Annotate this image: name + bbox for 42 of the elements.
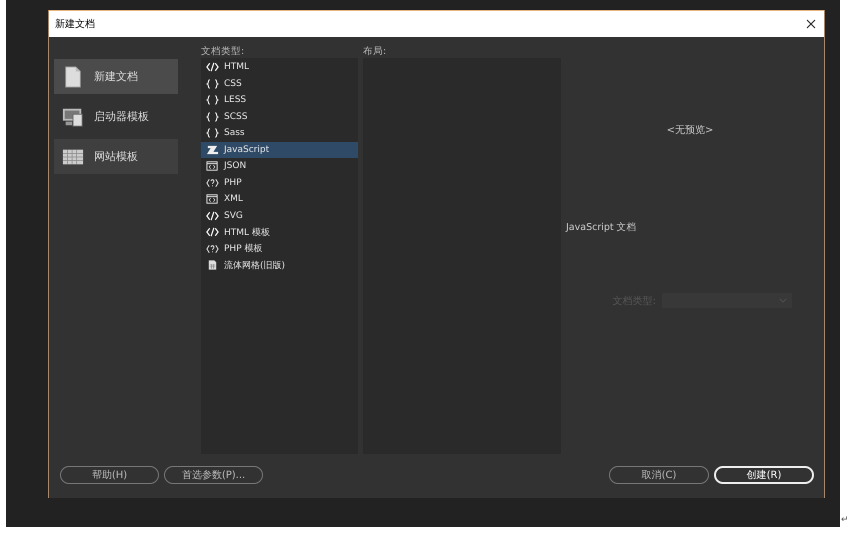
code-icon bbox=[206, 244, 219, 254]
type-item[interactable]: HTML bbox=[201, 59, 358, 76]
type-item[interactable]: SVG bbox=[201, 208, 358, 224]
window-title: 新建文档 bbox=[55, 18, 95, 31]
script-icon bbox=[206, 144, 219, 155]
braces-icon bbox=[206, 78, 219, 89]
type-item[interactable]: PHP bbox=[201, 174, 358, 191]
window-icon bbox=[206, 194, 219, 204]
type-item[interactable]: 流体网格(旧版) bbox=[201, 257, 358, 274]
column-label: 布局: bbox=[363, 45, 388, 58]
chevron-down-icon bbox=[779, 298, 787, 303]
document-icon bbox=[206, 260, 219, 270]
button[interactable]: 帮助(H) bbox=[60, 466, 159, 484]
category-item[interactable]: 新建文档 bbox=[54, 59, 178, 94]
type-item[interactable]: JavaScript bbox=[201, 142, 358, 158]
document-icon bbox=[62, 66, 84, 88]
button[interactable]: 首选参数(P)... bbox=[164, 466, 263, 484]
type-item[interactable]: JSON bbox=[201, 158, 358, 174]
braces-icon bbox=[206, 112, 219, 122]
type-item[interactable]: XML bbox=[201, 191, 358, 208]
code-icon bbox=[206, 210, 219, 221]
column-label: 文档类型: bbox=[201, 45, 246, 58]
code-icon bbox=[206, 178, 219, 188]
code-icon bbox=[206, 227, 219, 238]
category-item[interactable]: 启动器模板 bbox=[54, 99, 178, 134]
return-mark: ↵ bbox=[841, 515, 847, 525]
type-item[interactable]: PHP 模板 bbox=[201, 240, 358, 257]
braces-icon bbox=[206, 128, 219, 138]
create-button[interactable]: 创建(R) bbox=[714, 466, 814, 484]
window-icon bbox=[206, 161, 219, 172]
preview-text: <无预览> bbox=[666, 124, 714, 137]
description-text: JavaScript 文档 bbox=[566, 221, 637, 234]
type-item[interactable]: CSS bbox=[201, 76, 358, 92]
braces-icon bbox=[206, 95, 219, 106]
code-icon bbox=[206, 62, 219, 72]
cancel-button[interactable]: 取消(C) bbox=[609, 466, 709, 484]
type-item[interactable]: LESS bbox=[201, 92, 358, 108]
close-icon[interactable] bbox=[806, 19, 816, 29]
type-item[interactable]: Sass bbox=[201, 125, 358, 142]
category-item[interactable]: 网站模板 bbox=[54, 139, 178, 174]
type-item[interactable]: SCSS bbox=[201, 108, 358, 125]
type-item[interactable]: HTML 模板 bbox=[201, 224, 358, 240]
